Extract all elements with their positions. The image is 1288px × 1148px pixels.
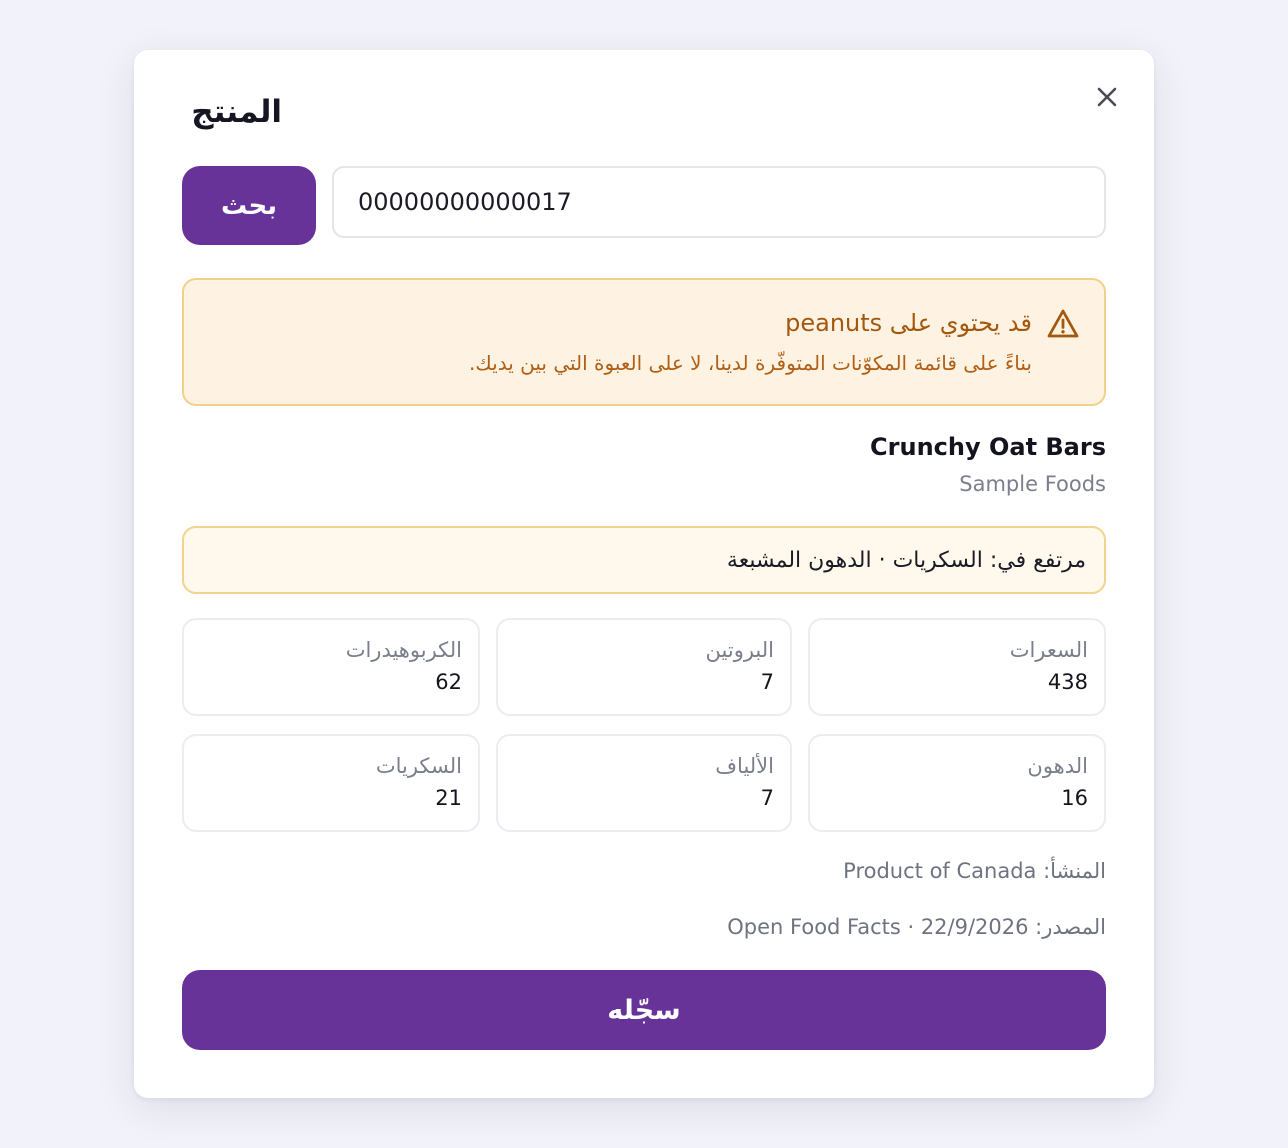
nutrient-value: 7	[760, 670, 774, 694]
nutrient-value: 7	[760, 786, 774, 810]
nutrient-label: الدهون	[1027, 754, 1088, 778]
search-button[interactable]: بحث	[182, 166, 316, 245]
nutrient-value: 62	[435, 670, 462, 694]
barcode-input[interactable]	[332, 166, 1106, 238]
allergen-alert: قد يحتوي على peanuts بناءً على قائمة الم…	[182, 278, 1106, 406]
product-origin: المنشأ: Product of Canada	[843, 859, 1106, 883]
close-button[interactable]	[1092, 82, 1122, 112]
nutrient-label: البروتين	[705, 638, 774, 662]
nutrient-card-calories: السعرات 438	[808, 618, 1106, 716]
nutrient-value: 438	[1047, 670, 1088, 694]
nutrient-label: الألياف	[715, 754, 774, 778]
nutrient-label: السكريات	[375, 754, 462, 778]
nutrient-card-fiber: الألياف 7	[496, 734, 792, 832]
product-brand: Sample Foods	[959, 472, 1106, 496]
nutrient-card-carbohydrates: الكربوهيدرات 62	[182, 618, 480, 716]
nutrient-value: 21	[435, 786, 462, 810]
product-modal: المنتج بحث قد يحتوي على peanuts بناءً عل…	[134, 50, 1154, 1098]
warning-triangle-icon	[1047, 309, 1079, 338]
log-button[interactable]: سجّله	[182, 970, 1106, 1050]
nutrient-card-fat: الدهون 16	[808, 734, 1106, 832]
modal-title: المنتج	[191, 94, 282, 130]
allergen-alert-description: بناءً على قائمة المكوّنات المتوفّرة لدين…	[468, 351, 1032, 375]
product-name: Crunchy Oat Bars	[870, 433, 1106, 461]
nutrient-label: السعرات	[1009, 638, 1088, 662]
close-icon	[1097, 87, 1117, 107]
nutrient-label: الكربوهيدرات	[345, 638, 462, 662]
nutrient-card-sugars: السكريات 21	[182, 734, 480, 832]
data-source: المصدر: Open Food Facts · 22/9/2026	[727, 915, 1106, 939]
nutrient-card-protein: البروتين 7	[496, 618, 792, 716]
allergen-alert-title: قد يحتوي على peanuts	[785, 309, 1032, 337]
high-in-banner: مرتفع في: السكريات · الدهون المشبعة	[182, 526, 1106, 594]
nutrient-value: 16	[1061, 786, 1088, 810]
